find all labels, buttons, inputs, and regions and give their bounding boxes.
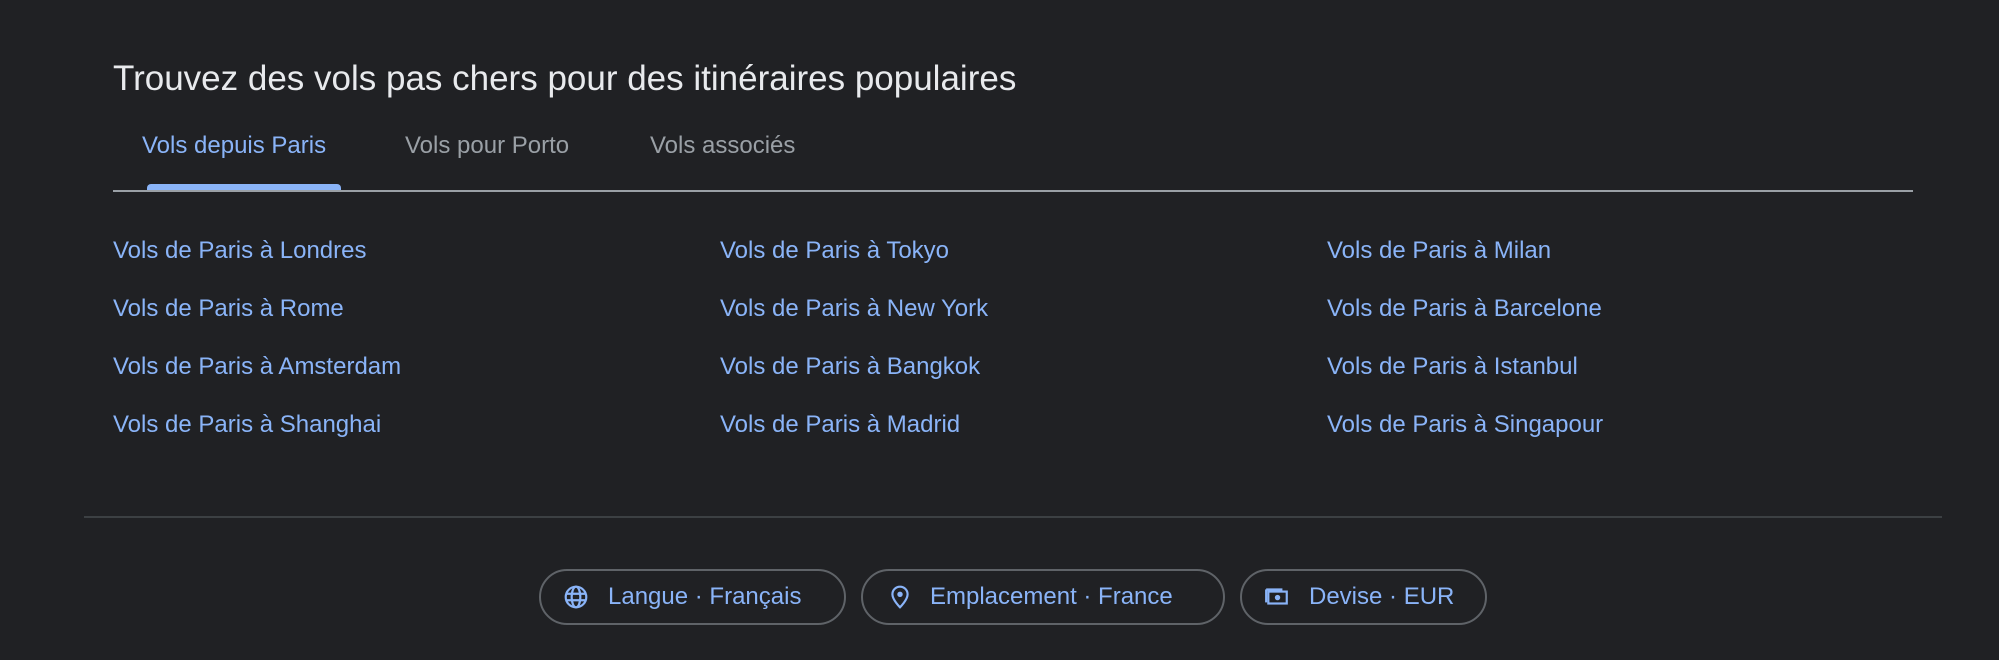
route-link-paris-london[interactable]: Vols de Paris à Londres [113,228,367,274]
language-button[interactable]: Langue · Français [539,569,846,625]
location-pin-icon [891,585,909,609]
route-link-paris-barcelona[interactable]: Vols de Paris à Barcelone [1327,286,1602,332]
route-link-paris-singapore[interactable]: Vols de Paris à Singapour [1327,402,1603,448]
language-label: Langue · Français [608,583,802,610]
route-link-paris-tokyo[interactable]: Vols de Paris à Tokyo [720,228,949,274]
footer-divider [84,516,1942,518]
location-label: Emplacement · France [930,583,1173,610]
route-link-paris-bangkok[interactable]: Vols de Paris à Bangkok [720,344,980,390]
globe-icon [564,585,588,609]
route-link-paris-amsterdam[interactable]: Vols de Paris à Amsterdam [113,344,401,390]
route-link-paris-madrid[interactable]: Vols de Paris à Madrid [720,402,960,448]
popular-routes-section: Trouvez des vols pas chers pour des itin… [0,0,1999,660]
selected-tab-indicator [147,184,341,190]
route-link-paris-rome[interactable]: Vols de Paris à Rome [113,286,344,332]
tab-flights-from-paris[interactable]: Vols depuis Paris [142,118,326,190]
route-link-paris-milan[interactable]: Vols de Paris à Milan [1327,228,1551,274]
currency-label: Devise · EUR [1309,583,1455,610]
tab-related-flights[interactable]: Vols associés [650,118,795,190]
route-link-paris-new-york[interactable]: Vols de Paris à New York [720,286,988,332]
route-link-paris-istanbul[interactable]: Vols de Paris à Istanbul [1327,344,1578,390]
route-link-paris-shanghai[interactable]: Vols de Paris à Shanghai [113,402,381,448]
section-heading: Trouvez des vols pas chers pour des itin… [113,59,1017,98]
currency-icon [1265,588,1288,605]
location-button[interactable]: Emplacement · France [861,569,1225,625]
tab-flights-to-porto[interactable]: Vols pour Porto [405,118,569,190]
tab-bar: Vols depuis Paris Vols pour Porto Vols a… [113,118,1913,192]
currency-button[interactable]: Devise · EUR [1240,569,1487,625]
